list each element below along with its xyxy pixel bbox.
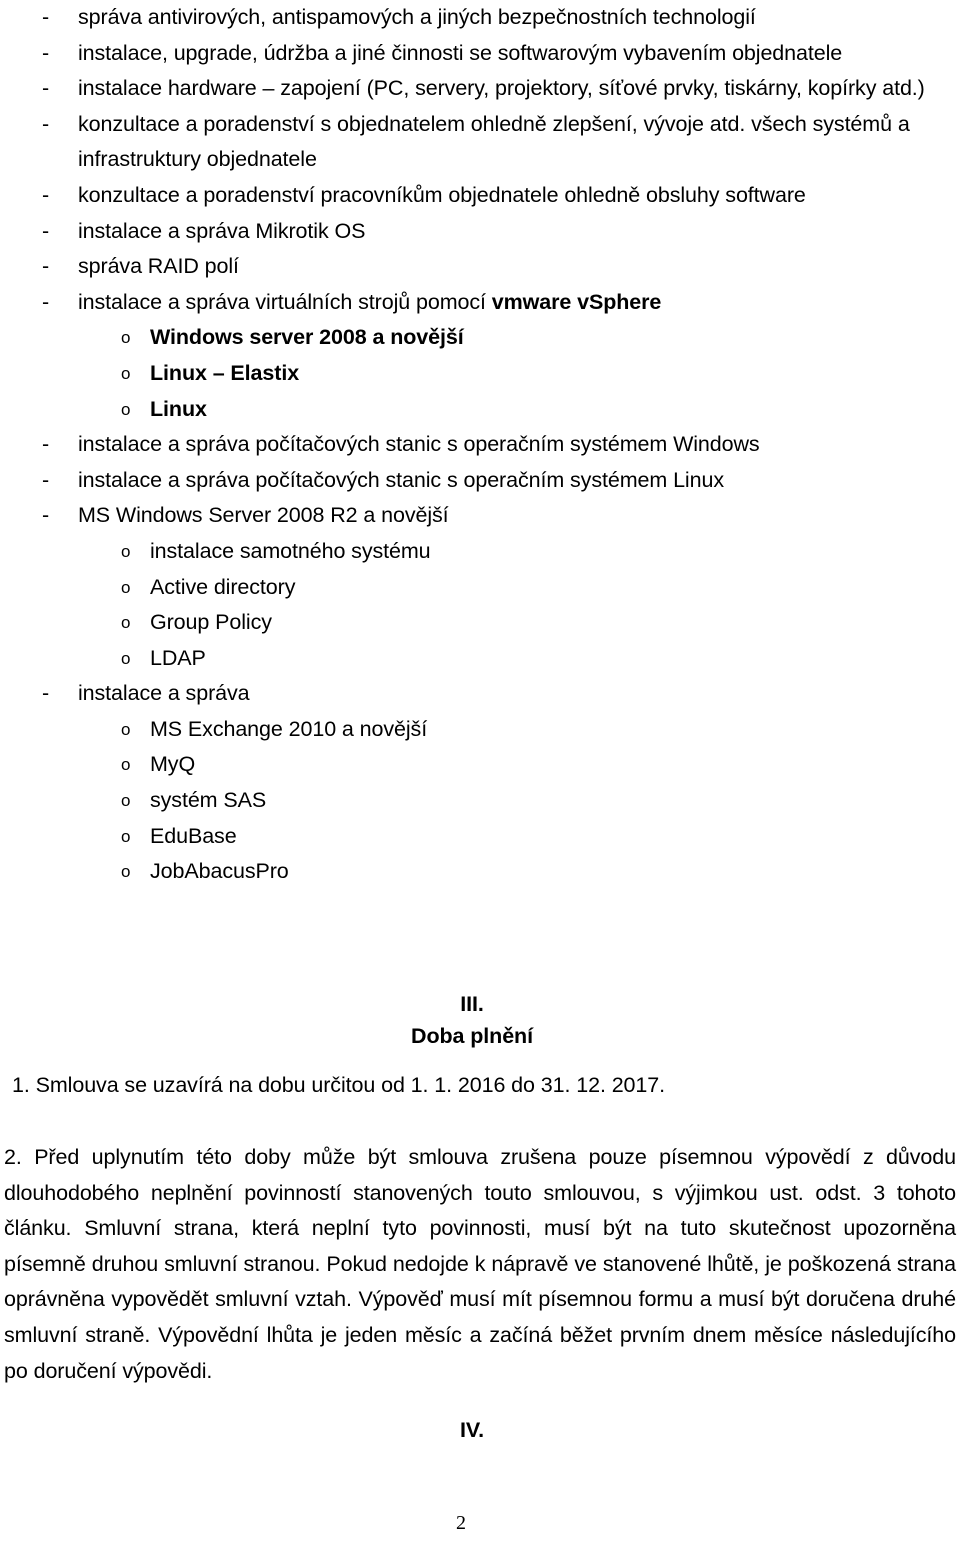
list-item: - správa RAID polí	[0, 249, 960, 285]
dash-bullet-icon: -	[42, 432, 50, 457]
list-item-label: instalace a správa počítačových stanic s…	[78, 432, 760, 457]
circle-bullet-icon: o	[121, 719, 131, 739]
list-item-label: Group Policy	[150, 610, 272, 635]
list-item-label: instalace hardware – zapojení (PC, serve…	[78, 76, 925, 101]
dash-bullet-icon: -	[42, 289, 50, 314]
list-item-label: správa RAID polí	[78, 254, 239, 279]
list-item: o Active directory	[0, 570, 960, 606]
list-item: o systém SAS	[0, 783, 960, 819]
list-item: - MS Windows Server 2008 R2 a novější	[0, 498, 960, 534]
list-item: o LDAP	[0, 641, 960, 677]
dash-bullet-icon: -	[42, 40, 50, 65]
page-number: 2	[0, 1512, 960, 1535]
circle-bullet-icon: o	[121, 613, 131, 633]
list-item: o instalace samotného systému	[0, 534, 960, 570]
list-item-label: instalace a správa	[78, 681, 250, 706]
section-three-title: Doba plnění	[411, 1024, 533, 1048]
circle-bullet-icon: o	[121, 399, 131, 419]
circle-bullet-icon: o	[121, 648, 131, 668]
circle-bullet-icon: o	[121, 577, 131, 597]
section-four-numeral: IV.	[459, 1418, 484, 1442]
section-three-heading: III. Doba plnění	[0, 988, 960, 1052]
list-item: - instalace a správa počítačových stanic …	[0, 463, 960, 499]
dash-bullet-icon: -	[42, 467, 50, 492]
list-item: - konzultace a poradenství pracovníkům ob…	[0, 178, 960, 214]
list-item-label: konzultace a poradenství pracovníkům obj…	[78, 182, 806, 207]
circle-bullet-icon: o	[121, 541, 131, 561]
list-item: - instalace a správa počítačových stanic …	[0, 427, 960, 463]
section-four-heading: IV.	[0, 1414, 960, 1446]
dash-bullet-icon: -	[42, 254, 50, 279]
list-item-label: instalace a správa počítačových stanic s…	[78, 467, 724, 492]
list-item: - instalace a správa virtuálních strojů p…	[0, 285, 960, 321]
dash-bullet-icon: -	[42, 5, 50, 29]
circle-bullet-icon: o	[121, 862, 131, 882]
list-item-label: LDAP	[150, 645, 206, 670]
paragraph-duration: 1. Smlouva se uzavírá na dobu určitou od…	[12, 1073, 665, 1097]
services-bullet-list: - správa antivirových, antispamových a ji…	[0, 0, 960, 890]
list-item-label: MS Exchange 2010 a novější	[150, 716, 428, 741]
dash-bullet-icon: -	[42, 503, 50, 528]
circle-bullet-icon: o	[121, 363, 131, 383]
list-item-label: Linux – Elastix	[150, 360, 300, 385]
list-item: - instalace a správa	[0, 676, 960, 712]
list-item-label: JobAbacusPro	[150, 859, 289, 884]
circle-bullet-icon: o	[121, 755, 131, 775]
list-item: - konzultace a poradenství s objednatelem…	[0, 107, 960, 178]
list-item-label: instalace samotného systému	[150, 538, 431, 563]
list-item: o Linux – Elastix	[0, 356, 960, 392]
list-item-label: EduBase	[150, 823, 237, 848]
dash-bullet-icon: -	[42, 76, 50, 101]
page-number-value: 2	[456, 1512, 466, 1534]
list-item-label: MyQ	[150, 752, 196, 777]
dash-bullet-icon: -	[42, 218, 50, 243]
list-item: o Linux	[0, 392, 960, 428]
list-item: o MS Exchange 2010 a novější	[0, 712, 960, 748]
list-item: - instalace, upgrade, údržba a jiné činno…	[0, 36, 960, 72]
list-item-label: správa antivirových, antispamových a jin…	[78, 5, 756, 29]
list-item: o Group Policy	[0, 605, 960, 641]
paragraph-termination: 2. Před uplynutím této doby může být sml…	[4, 1145, 956, 1383]
section-three-numeral: III.	[460, 992, 484, 1016]
document-page: - správa antivirových, antispamových a ji…	[0, 0, 960, 1543]
list-item-label: MS Windows Server 2008 R2 a novější	[78, 503, 449, 528]
list-item: o EduBase	[0, 819, 960, 855]
list-item: - instalace a správa Mikrotik OS	[0, 214, 960, 250]
list-item-label: Windows server 2008 a novější	[150, 325, 464, 350]
list-item: o MyQ	[0, 747, 960, 783]
list-item-label: instalace a správa Mikrotik OS	[78, 218, 366, 243]
list-item: o Windows server 2008 a novější	[0, 320, 960, 356]
list-item-label: instalace a správa virtuálních strojů po…	[78, 285, 952, 321]
list-item-label-emphasis: vmware vSphere	[491, 289, 662, 314]
circle-bullet-icon: o	[121, 328, 131, 348]
list-item-label: Active directory	[150, 574, 296, 599]
list-item-label: konzultace a poradenství s objednatelem …	[78, 111, 910, 172]
list-item-label: systém SAS	[150, 788, 267, 813]
list-item: - instalace hardware – zapojení (PC, serv…	[0, 71, 960, 107]
circle-bullet-icon: o	[121, 791, 131, 811]
list-item: - správa antivirových, antispamových a ji…	[0, 0, 960, 36]
list-item: o JobAbacusPro	[0, 854, 960, 890]
list-item-label: instalace, upgrade, údržba a jiné činnos…	[78, 40, 843, 65]
dash-bullet-icon: -	[42, 111, 50, 136]
list-item-label: Linux	[150, 396, 207, 421]
list-item-label-plain: instalace a správa virtuálních strojů po…	[78, 289, 492, 314]
dash-bullet-icon: -	[42, 182, 50, 207]
dash-bullet-icon: -	[42, 681, 50, 706]
circle-bullet-icon: o	[121, 826, 131, 846]
